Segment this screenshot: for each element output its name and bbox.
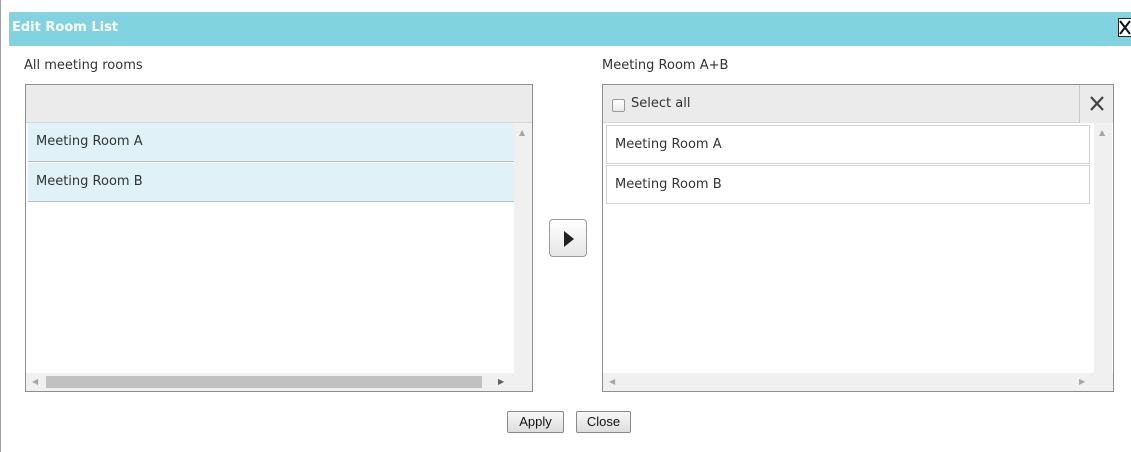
scroll-corner <box>514 373 532 391</box>
move-right-button[interactable] <box>549 219 587 257</box>
edit-room-list-dialog: Edit Room List All meeting rooms Meeting… <box>0 0 1131 452</box>
clear-all-button[interactable] <box>1079 85 1113 123</box>
list-item-label: Meeting Room A <box>36 134 143 149</box>
list-item-label: Meeting Room A <box>615 137 722 152</box>
list-item[interactable]: Meeting Room A <box>606 125 1090 164</box>
vertical-scrollbar[interactable]: ▲ <box>514 123 532 373</box>
scroll-corner <box>1094 373 1113 391</box>
horizontal-scrollbar[interactable]: ◀ ▶ <box>603 373 1094 391</box>
all-rooms-header <box>26 85 532 123</box>
selected-rooms-label: Meeting Room A+B <box>602 58 729 73</box>
list-item[interactable]: Meeting Room A <box>28 123 514 162</box>
close-button[interactable]: Close <box>576 411 631 433</box>
play-right-icon <box>564 231 574 247</box>
scroll-left-icon[interactable]: ◀ <box>32 378 38 386</box>
list-item[interactable]: Meeting Room B <box>28 163 514 202</box>
selected-rooms-header: Select all <box>603 85 1113 123</box>
apply-button[interactable]: Apply <box>507 411 564 433</box>
list-item-label: Meeting Room B <box>615 177 722 192</box>
select-all-checkbox[interactable] <box>612 99 625 112</box>
list-item-label: Meeting Room B <box>36 174 143 189</box>
scroll-left-icon[interactable]: ◀ <box>609 378 615 386</box>
list-item[interactable]: Meeting Room B <box>606 165 1090 204</box>
horizontal-scrollbar[interactable]: ◀ ▶ <box>26 373 514 391</box>
scroll-up-icon[interactable]: ▲ <box>1099 129 1105 137</box>
all-rooms-label: All meeting rooms <box>24 58 143 73</box>
dialog-title: Edit Room List <box>12 20 119 35</box>
dialog-titlebar: Edit Room List <box>9 12 1131 46</box>
scroll-right-icon[interactable]: ▶ <box>1079 378 1085 386</box>
selected-rooms-list: Select all Meeting Room A Meeting Room B… <box>602 84 1114 392</box>
horizontal-scroll-thumb[interactable] <box>46 376 482 388</box>
close-icon[interactable] <box>1118 18 1131 37</box>
scroll-up-icon[interactable]: ▲ <box>519 129 525 137</box>
select-all-label[interactable]: Select all <box>631 96 690 111</box>
vertical-scrollbar[interactable]: ▲ <box>1094 123 1112 373</box>
scroll-right-icon[interactable]: ▶ <box>498 378 504 386</box>
close-icon <box>1090 96 1104 111</box>
all-rooms-list: Meeting Room A Meeting Room B ▲ ◀ ▶ <box>25 84 533 392</box>
